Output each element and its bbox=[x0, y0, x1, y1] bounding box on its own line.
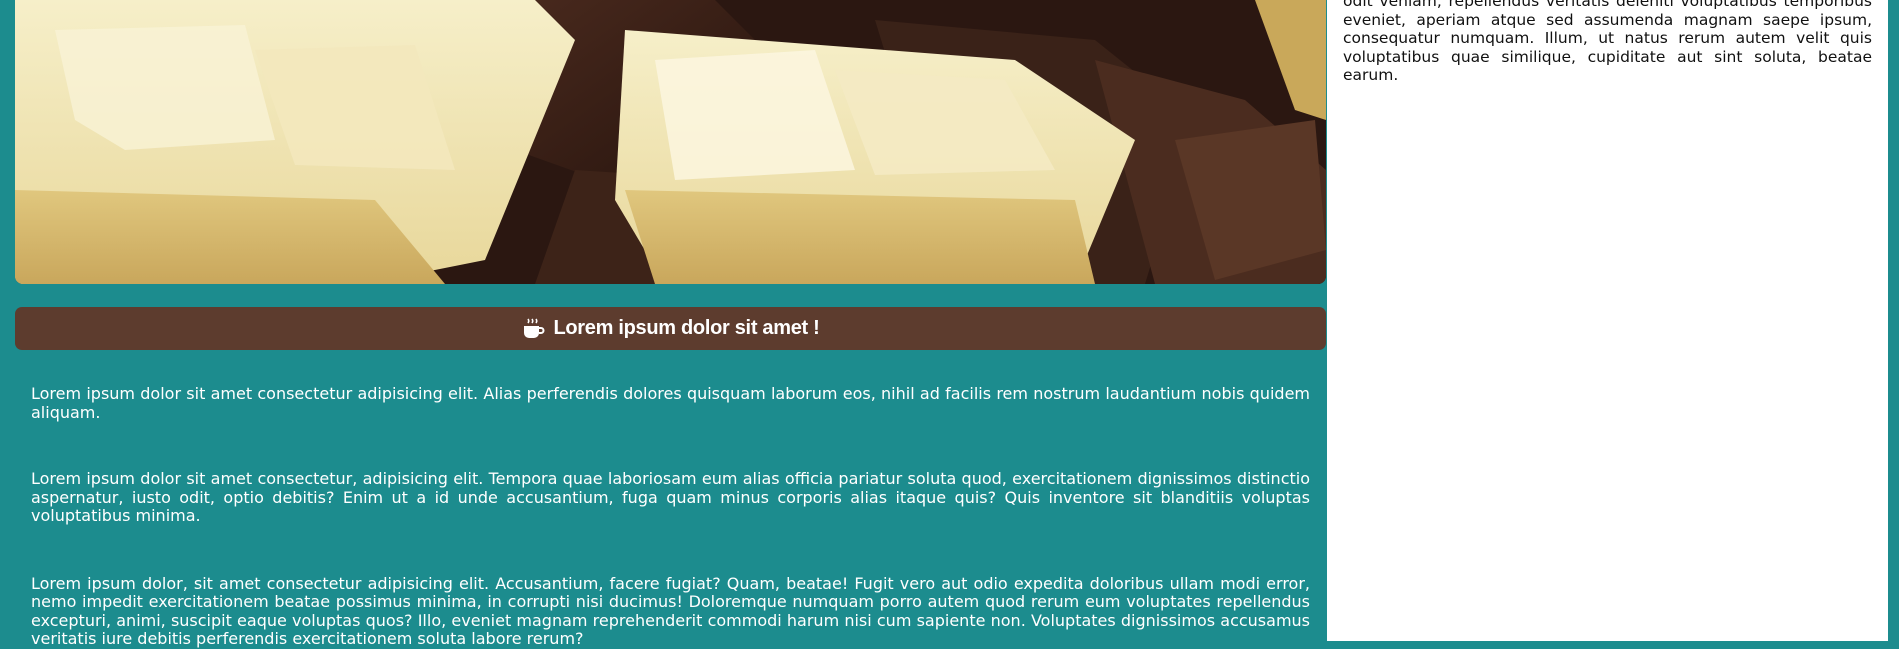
chocolate-photo bbox=[15, 0, 1326, 284]
paragraph: Lorem ipsum dolor sit amet consectetur, … bbox=[31, 469, 1310, 525]
hero-image bbox=[15, 0, 1326, 284]
sidebar-text: odit veniam, repellendus veritatis delen… bbox=[1343, 0, 1872, 84]
main-content: Lorem ipsum dolor sit amet consectetur a… bbox=[31, 384, 1310, 649]
paragraph: Lorem ipsum dolor, sit amet consectetur … bbox=[31, 573, 1310, 648]
banner-title: Lorem ipsum dolor sit amet ! bbox=[553, 317, 820, 339]
sidebar-panel: odit veniam, repellendus veritatis delen… bbox=[1327, 0, 1888, 641]
section-banner: Lorem ipsum dolor sit amet ! bbox=[15, 307, 1326, 350]
paragraph: Lorem ipsum dolor sit amet consectetur a… bbox=[31, 384, 1310, 422]
coffee-cup-icon bbox=[521, 317, 545, 341]
